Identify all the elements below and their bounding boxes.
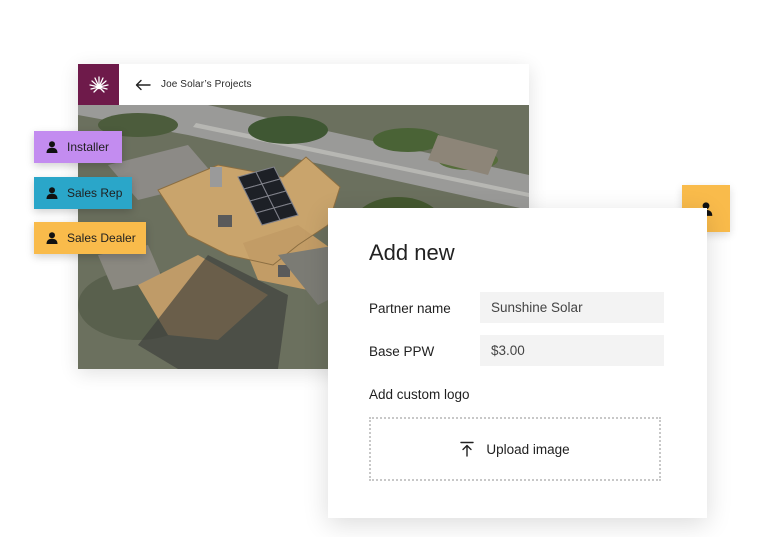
upload-image-label: Upload image xyxy=(486,441,570,457)
upload-image-dropzone[interactable]: Upload image xyxy=(369,417,661,481)
user-icon xyxy=(45,140,59,154)
sunburst-logo-icon xyxy=(88,75,109,93)
window-header: Joe Solar’s Projects xyxy=(78,64,529,105)
arrow-left-icon xyxy=(135,79,151,90)
user-icon xyxy=(45,186,59,200)
role-tag-label: Installer xyxy=(67,140,110,154)
role-tag-installer[interactable]: Installer xyxy=(34,131,122,163)
role-tag-label: Sales Rep xyxy=(67,186,123,200)
base-ppw-input[interactable] xyxy=(480,335,664,366)
base-ppw-label: Base PPW xyxy=(369,344,435,359)
add-new-card: Add new Partner name Base PPW Add custom… xyxy=(328,208,707,518)
role-tag-sales-rep[interactable]: Sales Rep xyxy=(34,177,132,209)
partner-name-input[interactable] xyxy=(480,292,664,323)
project-title: Joe Solar’s Projects xyxy=(161,79,252,90)
user-icon xyxy=(45,231,59,245)
partner-name-label: Partner name xyxy=(369,301,451,316)
back-button[interactable] xyxy=(135,76,153,94)
role-tag-label: Sales Dealer xyxy=(67,231,136,245)
custom-logo-label: Add custom logo xyxy=(369,387,470,402)
role-tag-sales-dealer[interactable]: Sales Dealer xyxy=(34,222,146,254)
card-title: Add new xyxy=(369,240,455,265)
upload-icon xyxy=(460,441,475,457)
brand-logo[interactable] xyxy=(78,64,119,105)
